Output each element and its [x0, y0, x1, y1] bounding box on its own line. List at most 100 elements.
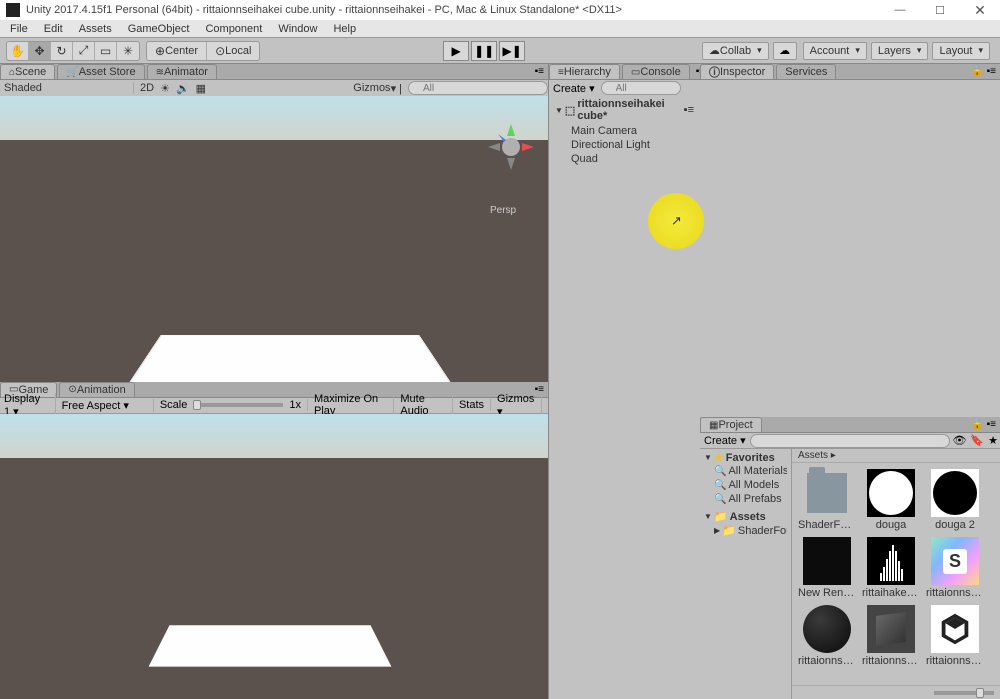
step-button[interactable]: ▶❚: [499, 41, 525, 61]
favorite-all-materials[interactable]: 🔍All Materials: [714, 464, 787, 478]
hierarchy-item-main-camera[interactable]: Main Camera: [571, 124, 694, 138]
scene-tab-menu-icon[interactable]: ▪≡: [531, 66, 548, 77]
asset-histogram[interactable]: rittaihakei ...: [862, 537, 920, 599]
hierarchy-item-directional-light[interactable]: Directional Light: [571, 138, 694, 152]
lighting-toggle-icon[interactable]: ☀: [160, 82, 170, 95]
move-tool-icon[interactable]: ✥: [29, 42, 51, 60]
tab-animator[interactable]: ≋ Animator: [147, 64, 217, 79]
pause-button[interactable]: ❚❚: [471, 41, 497, 61]
project-tab-menu-icon[interactable]: 🔒 ▪≡: [967, 419, 1000, 430]
pivot-local-button[interactable]: ⊙ Local: [207, 42, 259, 60]
hierarchy-sub-toolbar: Create ▾: [549, 80, 700, 96]
game-view[interactable]: [0, 414, 548, 699]
hierarchy-list: ▼⬚rittaionnseihakei cube*▪≡ Main Camera …: [549, 96, 700, 699]
hierarchy-item-quad[interactable]: Quad: [571, 152, 694, 166]
tab-animation[interactable]: ⊙ Animation: [59, 382, 134, 397]
game-quad-render: [149, 625, 392, 666]
asset-grid: ShaderForge douga douga 2 New Render... …: [792, 463, 1000, 685]
audio-toggle-icon[interactable]: 🔊: [176, 82, 190, 95]
shading-mode-dropdown[interactable]: Shaded: [4, 82, 134, 94]
asset-douga[interactable]: douga: [862, 469, 920, 531]
collab-dropdown[interactable]: ☁ Collab: [702, 42, 769, 60]
scene-toolbar: Shaded 2D ☀ 🔊 ▦ Gizmos ▾ |: [0, 80, 548, 96]
unity-scene-icon: ⬚: [565, 104, 575, 117]
tab-scene[interactable]: ⌂ Scene: [0, 64, 55, 79]
project-sub-toolbar: Create ▾ 👁 🔖 ★: [700, 433, 1000, 449]
hand-tool-icon[interactable]: ✋: [7, 42, 29, 60]
fx-toggle-icon[interactable]: ▦: [196, 82, 206, 95]
titlebar: Unity 2017.4.15f1 Personal (64bit) - rit…: [0, 0, 1000, 20]
scene-row-menu-icon[interactable]: ▪≡: [684, 104, 694, 116]
close-button[interactable]: ✕: [960, 0, 1000, 20]
game-skybox: [0, 414, 548, 458]
asset-sphere-mat[interactable]: rittaionnsei...: [798, 605, 856, 667]
minimize-button[interactable]: —: [880, 0, 920, 20]
favorites-header[interactable]: ▼★Favorites: [704, 451, 787, 464]
transform-tool-icon[interactable]: ✳: [117, 42, 139, 60]
scene-search-input[interactable]: [408, 81, 548, 95]
asset-unity-scene[interactable]: rittaionnsei...: [926, 605, 984, 667]
hierarchy-scene-row[interactable]: ▼⬚rittaionnseihakei cube*▪≡: [555, 98, 694, 122]
menu-file[interactable]: File: [2, 23, 36, 35]
scene-quad-object[interactable]: [125, 335, 455, 382]
scene-skybox: [0, 96, 548, 140]
scene-tabs: ⌂ Scene 🛒 Asset Store ≋ Animator ▪≡: [0, 64, 548, 80]
inspector-tab-menu-icon[interactable]: 🔒 ▪≡: [967, 66, 1000, 77]
tab-services[interactable]: Services: [776, 64, 836, 79]
menu-edit[interactable]: Edit: [36, 23, 71, 35]
aspect-dropdown[interactable]: Free Aspect ▾: [62, 399, 154, 412]
project-breadcrumb[interactable]: Assets ▸: [792, 449, 1000, 463]
menu-window[interactable]: Window: [270, 23, 325, 35]
unity-logo-icon: [6, 3, 20, 17]
project-body: ▼★Favorites 🔍All Materials 🔍All Models 🔍…: [700, 449, 1000, 699]
pivot-center-button[interactable]: ⊕ Center: [147, 42, 207, 60]
tab-inspector[interactable]: ⓘ Inspector: [700, 64, 774, 79]
tab-console[interactable]: ▭ Console: [622, 64, 690, 79]
scale-tool-icon[interactable]: ⤢: [73, 42, 95, 60]
main-toolbar: ✋ ✥ ↻ ⤢ ▭ ✳ ⊕ Center ⊙ Local ▶ ❚❚ ▶❚ ☁ C…: [0, 38, 1000, 64]
favorite-all-prefabs[interactable]: 🔍All Prefabs: [714, 492, 787, 506]
toggle-2d-button[interactable]: 2D: [140, 82, 154, 94]
play-button[interactable]: ▶: [443, 41, 469, 61]
tab-hierarchy[interactable]: ≡ Hierarchy: [549, 64, 620, 79]
search-type-icon[interactable]: 🔖: [968, 434, 986, 447]
orientation-gizmo-icon[interactable]: Persp: [486, 122, 536, 172]
rect-tool-icon[interactable]: ▭: [95, 42, 117, 60]
cloud-icon[interactable]: ☁: [773, 42, 797, 60]
account-dropdown[interactable]: Account: [803, 42, 867, 60]
hierarchy-create-dropdown[interactable]: Create ▾: [553, 82, 595, 95]
asset-cube-prefab[interactable]: rittaionnsei...: [862, 605, 920, 667]
titlebar-text: Unity 2017.4.15f1 Personal (64bit) - rit…: [26, 4, 880, 16]
rotate-tool-icon[interactable]: ↻: [51, 42, 73, 60]
gizmos-dropdown[interactable]: Gizmos ▾ |: [353, 82, 402, 95]
scene-view[interactable]: Persp: [0, 96, 548, 382]
layout-dropdown[interactable]: Layout: [932, 42, 990, 60]
project-create-dropdown[interactable]: Create ▾: [704, 434, 746, 447]
asset-shaderforge-folder[interactable]: ShaderForge: [798, 469, 856, 531]
asset-douga2[interactable]: douga 2: [926, 469, 984, 531]
menu-gameobject[interactable]: GameObject: [120, 23, 198, 35]
hierarchy-search-input[interactable]: [601, 81, 681, 95]
tab-asset-store[interactable]: 🛒 Asset Store: [57, 64, 144, 79]
assets-header[interactable]: ▼📁Assets: [704, 510, 787, 523]
stats-toggle[interactable]: Stats: [459, 399, 491, 411]
asset-new-render[interactable]: New Render...: [798, 537, 856, 599]
perspective-label: Persp: [490, 205, 516, 216]
menu-help[interactable]: Help: [325, 23, 364, 35]
project-grid-area: Assets ▸ ShaderForge douga douga 2 New R…: [792, 449, 1000, 699]
menu-component[interactable]: Component: [197, 23, 270, 35]
asset-shader[interactable]: Srittaionnsei...: [926, 537, 984, 599]
search-filter-icon[interactable]: 👁: [950, 434, 968, 447]
tree-shaderforge[interactable]: ▶📁ShaderForge: [714, 523, 787, 538]
layers-dropdown[interactable]: Layers: [871, 42, 929, 60]
project-tree: ▼★Favorites 🔍All Materials 🔍All Models 🔍…: [700, 449, 792, 699]
tab-project[interactable]: ▦ Project: [700, 417, 762, 432]
project-search-input[interactable]: [750, 434, 951, 448]
scale-slider[interactable]: Scale 1x: [160, 399, 308, 411]
maximize-button[interactable]: ☐: [920, 0, 960, 20]
menu-assets[interactable]: Assets: [71, 23, 120, 35]
hierarchy-tabs: ≡ Hierarchy ▭ Console ▪≡: [549, 64, 700, 80]
favorite-all-models[interactable]: 🔍All Models: [714, 478, 787, 492]
search-save-icon[interactable]: ★: [986, 434, 1000, 447]
project-footer-slider[interactable]: [792, 685, 1000, 699]
